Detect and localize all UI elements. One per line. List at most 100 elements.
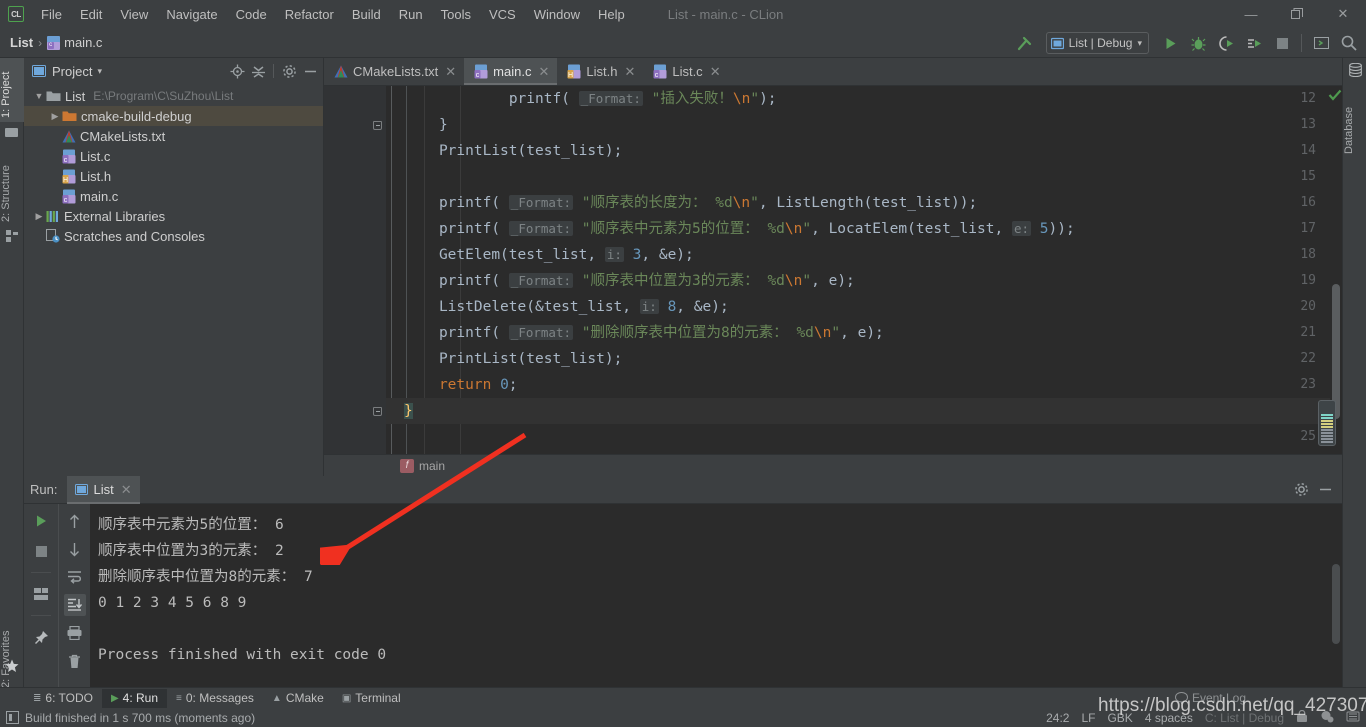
run-configuration-selector[interactable]: List | Debug ▾	[1045, 32, 1149, 54]
code-line[interactable]: printf( _Format: "顺序表中元素为5的位置： %d\n", Lo…	[386, 216, 1342, 242]
indent-setting[interactable]: 4 spaces	[1145, 711, 1193, 725]
code-line[interactable]	[386, 164, 1342, 190]
collapse-all-icon[interactable]	[249, 62, 267, 80]
tree-item-scratches-and-consoles[interactable]: Scratches and Consoles	[24, 226, 323, 246]
code-line[interactable]: ListDelete(&test_list, i: 8, &e);	[386, 294, 1342, 320]
menu-item-vcs[interactable]: VCS	[480, 4, 525, 25]
menu-item-file[interactable]: File	[32, 4, 71, 25]
tree-expand-arrow-icon[interactable]: ▶	[32, 211, 46, 222]
search-icon[interactable]	[1336, 31, 1362, 55]
profile-icon[interactable]	[1241, 31, 1267, 55]
tool-window-button-6-todo[interactable]: ≣ 6: TODO	[24, 689, 102, 708]
menu-item-navigate[interactable]: Navigate	[157, 4, 226, 25]
active-configuration[interactable]: C: List | Debug	[1205, 711, 1284, 725]
memory-indicator[interactable]	[1318, 400, 1336, 446]
tree-expand-arrow-icon[interactable]: ▼	[32, 91, 46, 101]
file-encoding[interactable]: GBK	[1107, 711, 1132, 725]
run-tab-list[interactable]: List ✕	[67, 475, 140, 504]
locate-icon[interactable]	[228, 62, 246, 80]
caret-position[interactable]: 24:2	[1046, 711, 1069, 725]
print-icon[interactable]	[64, 622, 86, 644]
code-fold-icon[interactable]	[372, 112, 383, 138]
editor-tab-main-c[interactable]: c main.c ✕	[464, 58, 558, 85]
build-hammer-icon[interactable]	[1012, 31, 1038, 55]
code-line[interactable]: return 0;	[386, 372, 1342, 398]
editor-tab-list-c[interactable]: c List.c ✕	[643, 58, 728, 85]
close-icon[interactable]: ✕	[1320, 0, 1366, 28]
code-line[interactable]	[386, 424, 1342, 450]
editor-tab-cmakelists-txt[interactable]: CMakeLists.txt ✕	[324, 58, 464, 85]
code-line[interactable]: PrintList(test_list);	[386, 346, 1342, 372]
tool-window-button-cmake[interactable]: ▲ CMake	[263, 689, 333, 708]
layout-icon[interactable]	[30, 583, 52, 605]
breadcrumb-project[interactable]: List	[10, 35, 33, 50]
menu-item-run[interactable]: Run	[390, 4, 432, 25]
sidebar-item-structure[interactable]: 2: Structure	[0, 144, 24, 226]
rerun-icon[interactable]	[30, 510, 52, 532]
editor-tab-list-h[interactable]: H List.h ✕	[557, 58, 643, 85]
menu-item-window[interactable]: Window	[525, 4, 589, 25]
scroll-up-icon[interactable]	[64, 510, 86, 532]
close-icon[interactable]: ✕	[121, 482, 132, 498]
close-icon[interactable]: ✕	[710, 64, 721, 80]
tree-item-main-c[interactable]: c main.c	[24, 186, 323, 206]
stop-icon[interactable]	[30, 540, 52, 562]
code-line[interactable]: printf( _Format: "顺序表的长度为： %d\n", ListLe…	[386, 190, 1342, 216]
sidebar-item-database[interactable]: Database	[1343, 80, 1366, 158]
event-log-button[interactable]: Event Log	[1174, 691, 1246, 705]
code-editor[interactable]: 1213141516171819202122232425 printf( _Fo…	[324, 86, 1342, 454]
tree-item-external-libraries[interactable]: ▶ External Libraries	[24, 206, 323, 226]
settings-gear-icon[interactable]	[280, 62, 298, 80]
code-line[interactable]: GetElem(test_list, i: 3, &e);	[386, 242, 1342, 268]
tree-item-cmake-build-debug[interactable]: ▶ cmake-build-debug	[24, 106, 323, 126]
menu-item-edit[interactable]: Edit	[71, 4, 111, 25]
scroll-down-icon[interactable]	[64, 538, 86, 560]
tool-window-button-0-messages[interactable]: ≡ 0: Messages	[167, 689, 263, 708]
code-line[interactable]: }	[386, 398, 1342, 424]
chevron-down-icon[interactable]: ▾	[97, 66, 102, 77]
run-with-coverage-icon[interactable]	[1213, 31, 1239, 55]
tree-item-cmakelists-txt[interactable]: CMakeLists.txt	[24, 126, 323, 146]
minimize-icon[interactable]: —	[1228, 0, 1274, 28]
soft-wrap-icon[interactable]	[64, 566, 86, 588]
pin-icon[interactable]	[30, 626, 52, 648]
menu-item-tools[interactable]: Tools	[432, 4, 480, 25]
scroll-to-end-icon[interactable]	[63, 594, 86, 616]
console-output[interactable]: 顺序表中元素为5的位置： 6 顺序表中位置为3的元素： 2 删除顺序表中位置为8的元…	[90, 504, 1342, 687]
run-icon[interactable]	[1157, 31, 1183, 55]
code-fold-icon[interactable]	[372, 398, 383, 424]
code-line[interactable]: PrintList(test_list);	[386, 138, 1342, 164]
settings-gear-icon[interactable]	[1292, 481, 1310, 499]
sidebar-item-favorites[interactable]: 2: Favorites	[0, 606, 24, 692]
menu-item-build[interactable]: Build	[343, 4, 390, 25]
code-line[interactable]: printf( _Format: "顺序表中位置为3的元素： %d\n", e)…	[386, 268, 1342, 294]
tree-expand-arrow-icon[interactable]: ▶	[48, 111, 62, 122]
tree-item-list[interactable]: ▼ List E:\Program\C\SuZhou\List	[24, 86, 323, 106]
breadcrumb-function-label[interactable]: main	[419, 459, 445, 473]
line-separator[interactable]: LF	[1081, 711, 1095, 725]
clear-all-icon[interactable]	[64, 650, 86, 672]
close-icon[interactable]: ✕	[445, 64, 456, 80]
close-icon[interactable]: ✕	[624, 64, 635, 80]
code-line[interactable]: printf( _Format: "插入失败！\n");	[386, 86, 1342, 112]
restore-icon[interactable]	[1274, 0, 1320, 28]
terminal-icon[interactable]	[1308, 31, 1334, 55]
tool-window-button-4-run[interactable]: ▶ 4: Run	[101, 688, 168, 708]
hide-panel-icon[interactable]	[1316, 481, 1334, 499]
debug-icon[interactable]	[1185, 31, 1211, 55]
console-scrollbar-thumb[interactable]	[1332, 564, 1340, 644]
inspection-icon[interactable]	[1320, 710, 1334, 726]
code-content[interactable]: printf( _Format: "插入失败！\n"); } PrintList…	[386, 86, 1342, 454]
close-icon[interactable]: ✕	[538, 64, 549, 80]
tree-item-list-c[interactable]: c List.c	[24, 146, 323, 166]
menu-item-view[interactable]: View	[111, 4, 157, 25]
menu-item-code[interactable]: Code	[227, 4, 276, 25]
lock-icon[interactable]	[1296, 709, 1308, 726]
tool-window-button-terminal[interactable]: ▣ Terminal	[333, 689, 410, 708]
memory-indicator-icon[interactable]	[1346, 710, 1360, 726]
code-line[interactable]: }	[386, 112, 1342, 138]
menu-item-help[interactable]: Help	[589, 4, 634, 25]
sidebar-item-project[interactable]: 1: Project	[0, 58, 24, 122]
hide-panel-icon[interactable]	[301, 62, 319, 80]
inspection-ok-icon[interactable]	[1328, 88, 1342, 105]
